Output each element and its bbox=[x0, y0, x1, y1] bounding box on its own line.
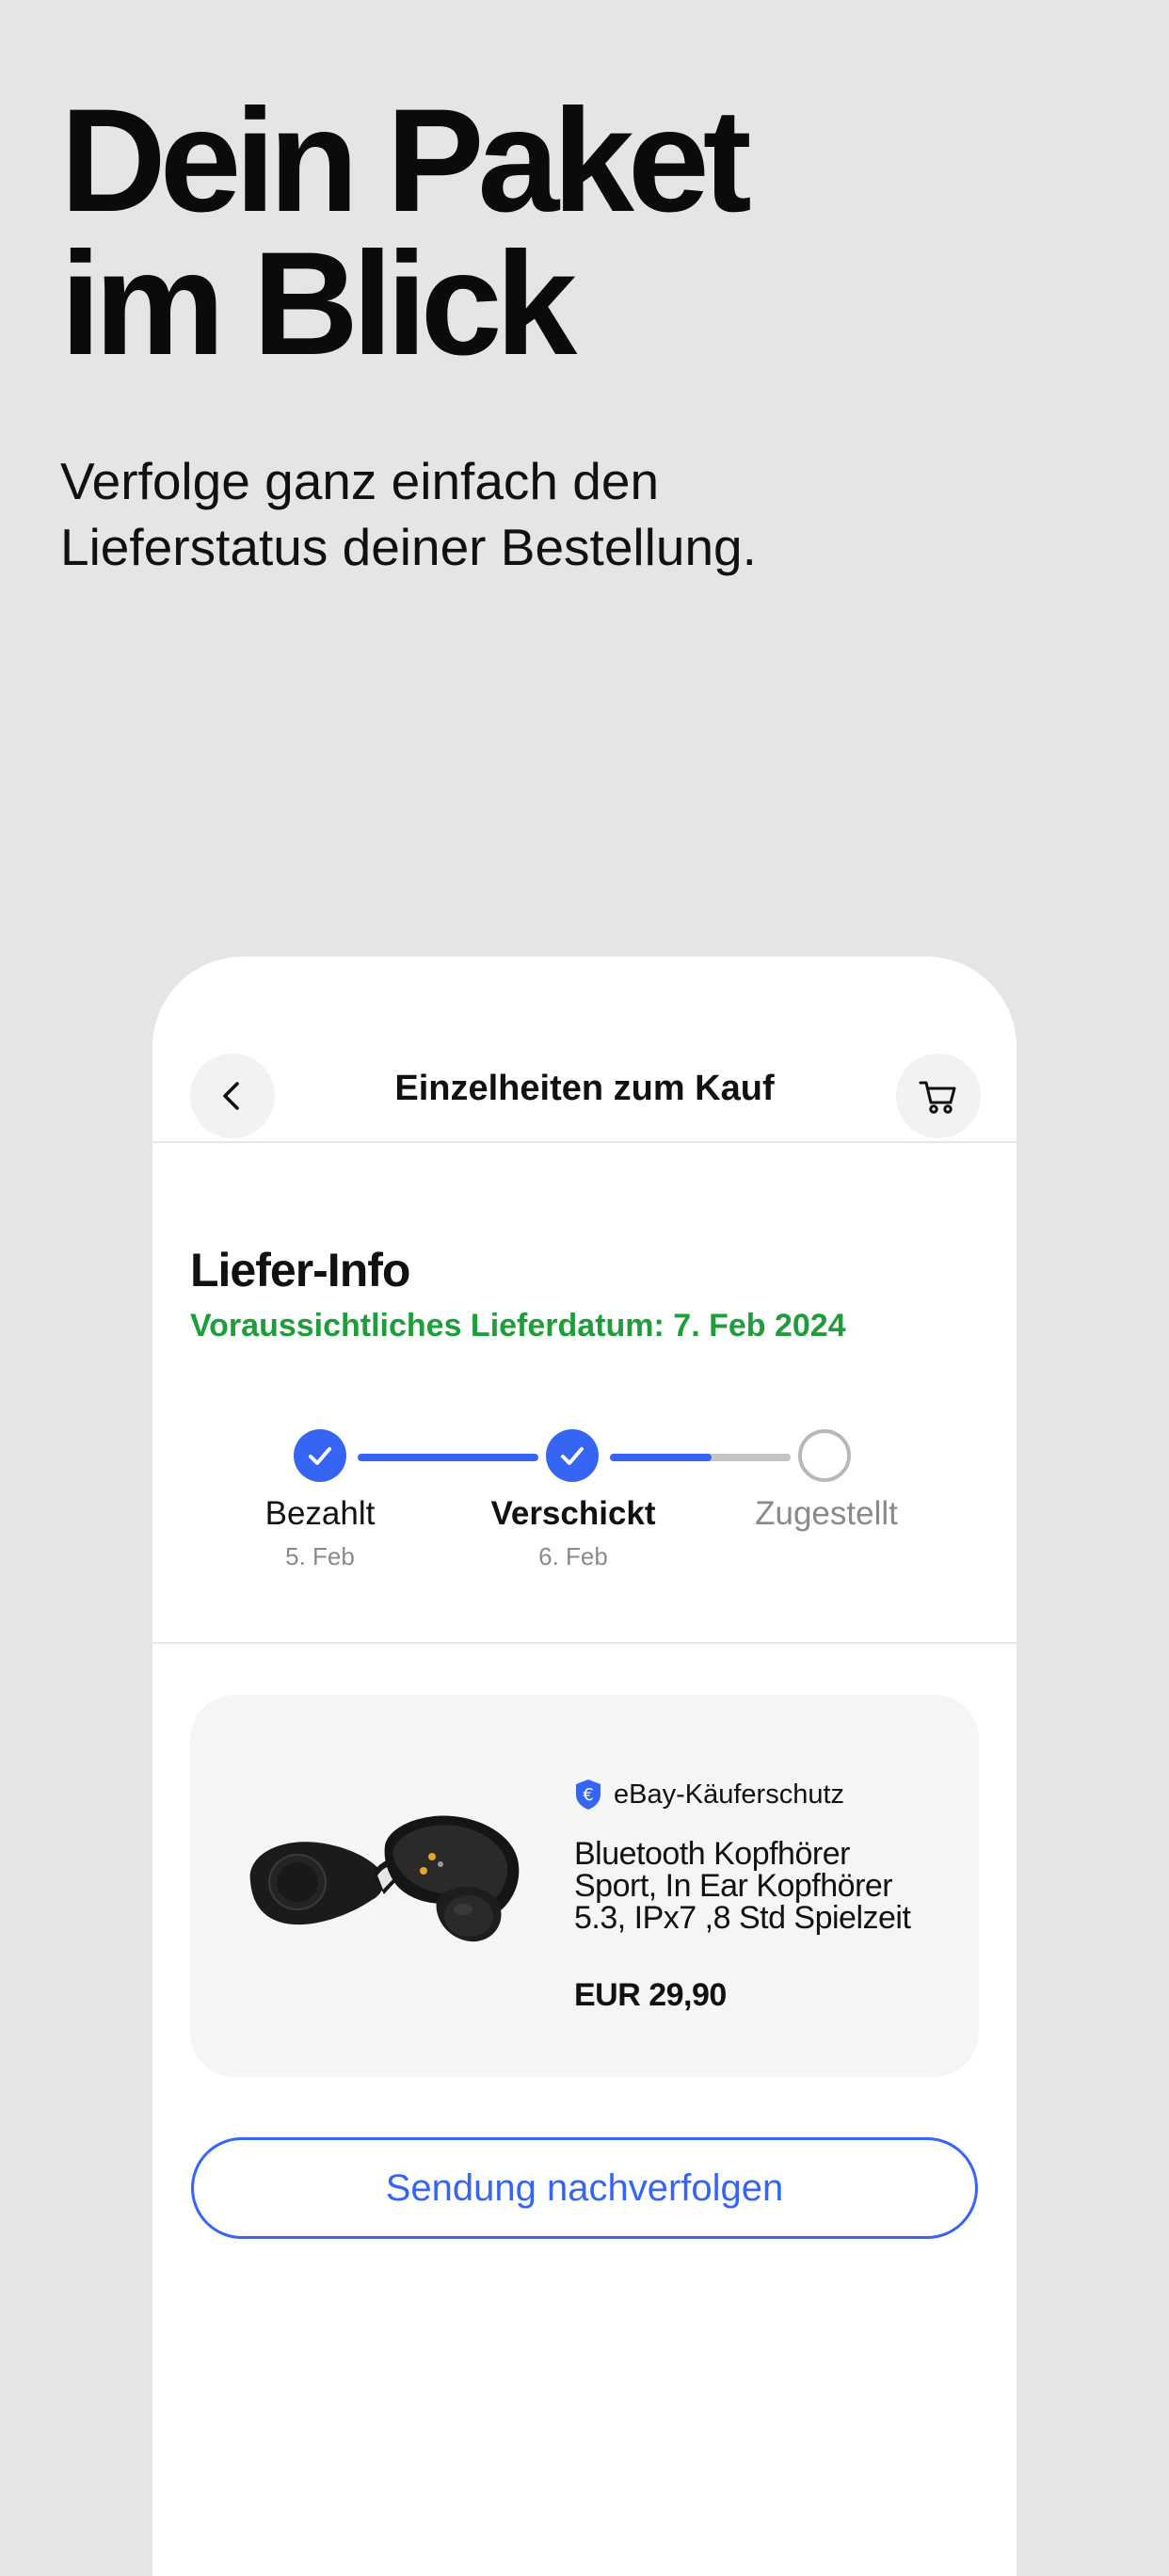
step-date-paid: 5. Feb bbox=[285, 1542, 355, 1570]
step-date-shipped: 6. Feb bbox=[538, 1542, 608, 1570]
cart-button[interactable] bbox=[896, 1054, 981, 1138]
section-divider bbox=[152, 1642, 1017, 1644]
delivery-section-title: Liefer-Info bbox=[190, 1244, 410, 1296]
checkmark-icon bbox=[561, 1447, 584, 1465]
svg-text:€: € bbox=[583, 1785, 593, 1805]
delivery-progress-tracker: Bezahlt Verschickt Zugestellt 5. Feb 6. … bbox=[152, 1409, 1017, 1578]
euro-shield-icon: € bbox=[576, 1779, 601, 1810]
promo-subtitle: Verfolge ganz einfach den Lieferstatus d… bbox=[60, 448, 757, 580]
step-dot-delivered bbox=[798, 1429, 851, 1482]
product-title-line-3: 5.3, IPx7 ,8 Std Spielzeit bbox=[574, 1900, 911, 1936]
page-title: Einzelheiten zum Kauf bbox=[394, 1069, 775, 1108]
headline-line-1: Dein Paket bbox=[60, 79, 752, 243]
promo-headline: Dein Paket im Blick bbox=[60, 79, 752, 386]
product-title[interactable]: Bluetooth Kopfhörer Sport, In Ear Kopfhö… bbox=[574, 1838, 960, 1934]
cart-icon bbox=[919, 1081, 956, 1114]
purchased-item-card[interactable]: € eBay-Käuferschutz Bluetooth Kopfhörer … bbox=[190, 1695, 979, 2077]
earbuds-product-image bbox=[249, 1815, 520, 1942]
product-title-line-2: Sport, In Ear Kopfhörer bbox=[574, 1868, 893, 1904]
subtitle-line-2: Lieferstatus deiner Bestellung. bbox=[60, 518, 757, 576]
step-label-shipped: Verschickt bbox=[490, 1495, 656, 1532]
track-shipment-button[interactable]: Sendung nachverfolgen bbox=[191, 2137, 978, 2239]
estimated-delivery-date: Voraussichtliches Lieferdatum: 7. Feb 20… bbox=[190, 1308, 846, 1344]
checkmark-icon bbox=[309, 1447, 331, 1465]
subtitle-line-1: Verfolge ganz einfach den bbox=[60, 452, 660, 510]
top-bar: Einzelheiten zum Kauf bbox=[152, 957, 1017, 1143]
progress-segment-1 bbox=[358, 1454, 538, 1461]
progress-segment-2-fill bbox=[610, 1454, 712, 1461]
step-dot-paid bbox=[294, 1429, 346, 1482]
product-title-line-1: Bluetooth Kopfhörer bbox=[574, 1836, 850, 1872]
phone-screen: Einzelheiten zum Kauf Liefer-Info Voraus… bbox=[152, 957, 1017, 2576]
buyer-protection-row: € eBay-Käuferschutz bbox=[574, 1779, 844, 1811]
buyer-protection-label: eBay-Käuferschutz bbox=[614, 1779, 845, 1810]
step-label-paid: Bezahlt bbox=[264, 1495, 376, 1532]
product-price: EUR 29,90 bbox=[574, 1977, 727, 2013]
headline-line-2: im Blick bbox=[60, 222, 577, 386]
step-label-delivered: Zugestellt bbox=[755, 1495, 898, 1532]
step-dot-shipped bbox=[546, 1429, 599, 1482]
